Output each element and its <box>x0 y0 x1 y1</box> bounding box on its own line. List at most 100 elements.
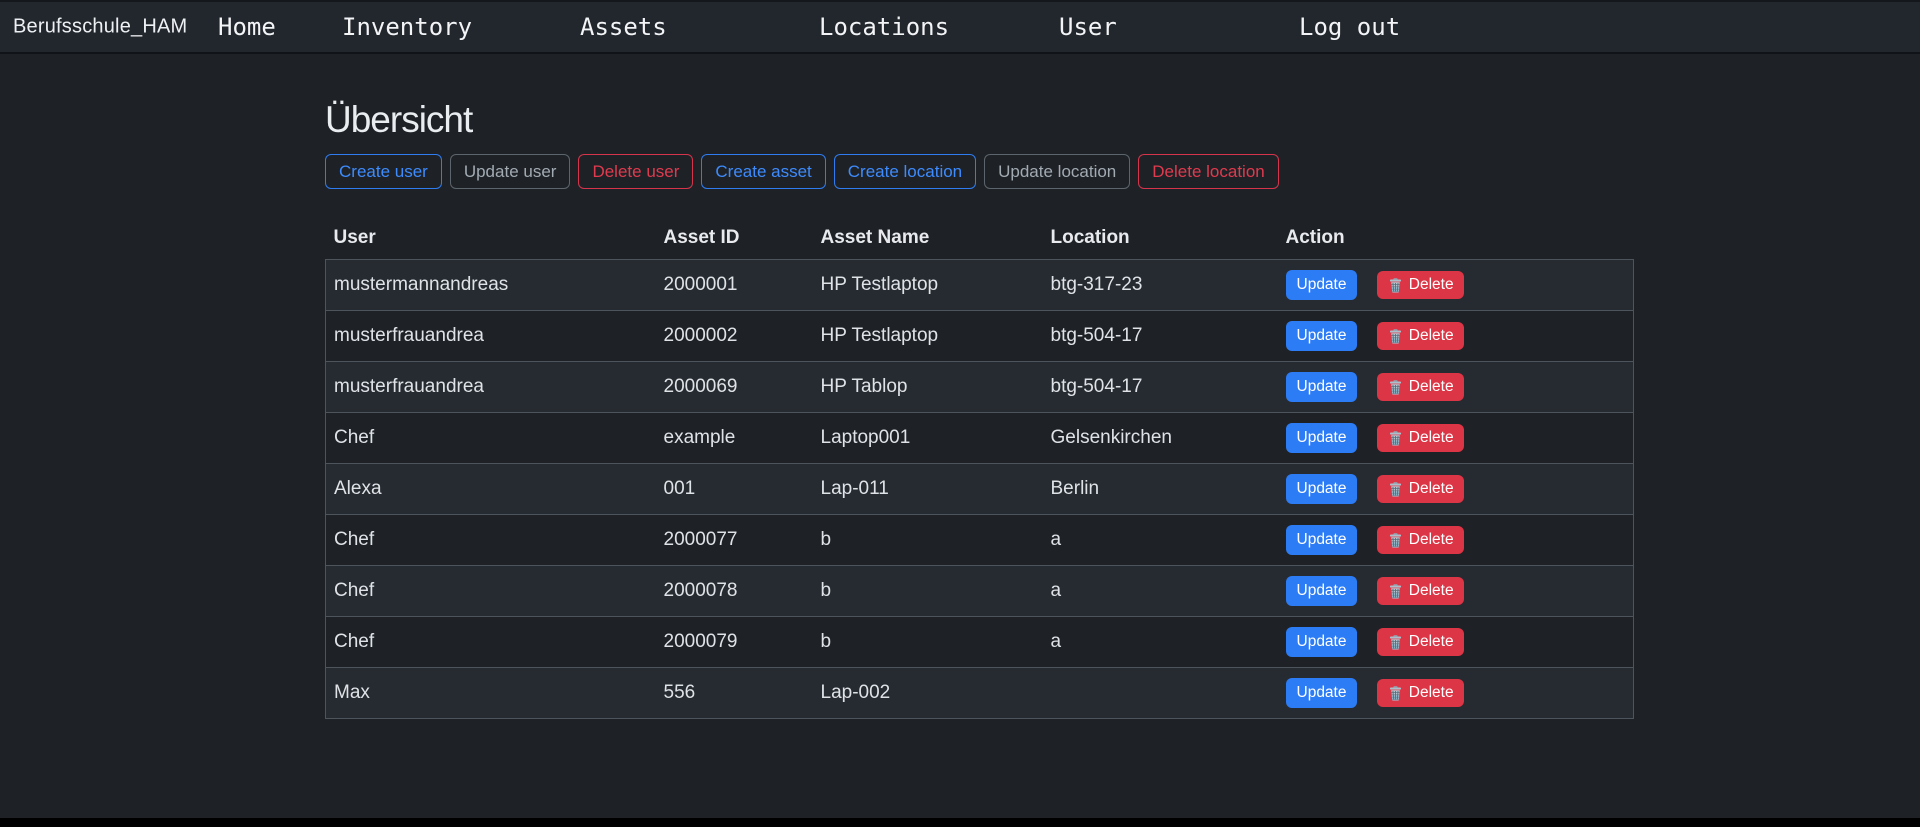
action-cell: Update Delete <box>1278 413 1634 464</box>
asset-id-cell: 556 <box>656 668 813 719</box>
update-user-button[interactable]: Update user <box>450 154 571 189</box>
create-asset-button[interactable]: Create asset <box>701 154 825 189</box>
column-header-action: Action <box>1278 221 1634 260</box>
delete-button[interactable]: Delete <box>1377 373 1464 401</box>
asset-id-cell: example <box>656 413 813 464</box>
nav-item-locations[interactable]: Locations <box>819 13 949 41</box>
asset-name-cell: Lap-011 <box>813 464 1043 515</box>
delete-button[interactable]: Delete <box>1377 424 1464 452</box>
trash-icon <box>1387 379 1404 396</box>
delete-button-label: Delete <box>1409 582 1454 600</box>
update-button[interactable]: Update <box>1286 270 1358 300</box>
table-row: Chef 2000079 b a Update Delete <box>326 617 1634 668</box>
delete-button[interactable]: Delete <box>1377 475 1464 503</box>
nav-item-assets[interactable]: Assets <box>580 13 667 41</box>
update-location-button[interactable]: Update location <box>984 154 1130 189</box>
action-cell: Update Delete <box>1278 464 1634 515</box>
table-row: Chef 2000078 b a Update Delete <box>326 566 1634 617</box>
table-row: Alexa 001 Lap-011 Berlin Update Delete <box>326 464 1634 515</box>
update-button[interactable]: Update <box>1286 372 1358 402</box>
trash-icon <box>1387 277 1404 294</box>
trash-icon <box>1387 430 1404 447</box>
navbar-brand[interactable]: Berufsschule_HAM <box>13 16 187 39</box>
delete-button[interactable]: Delete <box>1377 628 1464 656</box>
asset-id-cell: 2000077 <box>656 515 813 566</box>
user-cell: mustermannandreas <box>326 260 656 311</box>
toolbar: Create userUpdate userDelete userCreate … <box>325 154 1634 189</box>
column-header-location: Location <box>1043 221 1278 260</box>
asset-id-cell: 2000002 <box>656 311 813 362</box>
delete-button[interactable]: Delete <box>1377 271 1464 299</box>
action-cell: Update Delete <box>1278 362 1634 413</box>
update-button[interactable]: Update <box>1286 576 1358 606</box>
location-cell: btg-504-17 <box>1043 311 1278 362</box>
asset-id-cell: 2000079 <box>656 617 813 668</box>
user-cell: Max <box>326 668 656 719</box>
column-header-user: User <box>326 221 656 260</box>
user-cell: Chef <box>326 413 656 464</box>
trash-icon <box>1387 685 1404 702</box>
action-cell: Update Delete <box>1278 515 1634 566</box>
table-row: Chef example Laptop001 Gelsenkirchen Upd… <box>326 413 1634 464</box>
location-cell: Gelsenkirchen <box>1043 413 1278 464</box>
delete-button-label: Delete <box>1409 378 1454 396</box>
action-cell: Update Delete <box>1278 311 1634 362</box>
trash-icon <box>1387 328 1404 345</box>
nav-item-user[interactable]: User <box>1059 13 1117 41</box>
table-row: Max 556 Lap-002 Update Delete <box>326 668 1634 719</box>
trash-icon <box>1387 481 1404 498</box>
table-row: musterfrauandrea 2000069 HP Tablop btg-5… <box>326 362 1634 413</box>
location-cell: btg-504-17 <box>1043 362 1278 413</box>
asset-id-cell: 001 <box>656 464 813 515</box>
create-location-button[interactable]: Create location <box>834 154 976 189</box>
overview-table: UserAsset IDAsset NameLocationAction mus… <box>325 221 1634 719</box>
update-button[interactable]: Update <box>1286 678 1358 708</box>
user-cell: Chef <box>326 566 656 617</box>
action-cell: Update Delete <box>1278 260 1634 311</box>
update-button[interactable]: Update <box>1286 627 1358 657</box>
user-cell: Alexa <box>326 464 656 515</box>
table-row: Chef 2000077 b a Update Delete <box>326 515 1634 566</box>
delete-button[interactable]: Delete <box>1377 679 1464 707</box>
action-cell: Update Delete <box>1278 668 1634 719</box>
delete-location-button[interactable]: Delete location <box>1138 154 1278 189</box>
asset-id-cell: 2000001 <box>656 260 813 311</box>
location-cell: btg-317-23 <box>1043 260 1278 311</box>
update-button[interactable]: Update <box>1286 321 1358 351</box>
user-cell: musterfrauandrea <box>326 362 656 413</box>
delete-button-label: Delete <box>1409 429 1454 447</box>
asset-id-cell: 2000078 <box>656 566 813 617</box>
delete-button[interactable]: Delete <box>1377 577 1464 605</box>
delete-button-label: Delete <box>1409 480 1454 498</box>
nav-item-log-out[interactable]: Log out <box>1299 13 1400 41</box>
update-button[interactable]: Update <box>1286 474 1358 504</box>
nav-item-inventory[interactable]: Inventory <box>342 13 472 41</box>
navbar: Berufsschule_HAM Home Inventory Assets Loca… <box>0 2 1920 54</box>
asset-name-cell: HP Testlaptop <box>813 260 1043 311</box>
asset-name-cell: Lap-002 <box>813 668 1043 719</box>
asset-id-cell: 2000069 <box>656 362 813 413</box>
asset-name-cell: b <box>813 515 1043 566</box>
user-cell: Chef <box>326 617 656 668</box>
asset-name-cell: b <box>813 566 1043 617</box>
asset-name-cell: Laptop001 <box>813 413 1043 464</box>
column-header-asset-id: Asset ID <box>656 221 813 260</box>
main-content: Übersicht Create userUpdate userDelete u… <box>325 98 1634 719</box>
delete-button[interactable]: Delete <box>1377 526 1464 554</box>
action-cell: Update Delete <box>1278 617 1634 668</box>
delete-user-button[interactable]: Delete user <box>578 154 693 189</box>
trash-icon <box>1387 634 1404 651</box>
user-cell: Chef <box>326 515 656 566</box>
action-cell: Update Delete <box>1278 566 1634 617</box>
nav-item-home[interactable]: Home <box>218 13 276 41</box>
create-user-button[interactable]: Create user <box>325 154 442 189</box>
delete-button[interactable]: Delete <box>1377 322 1464 350</box>
trash-icon <box>1387 583 1404 600</box>
table-row: musterfrauandrea 2000002 HP Testlaptop b… <box>326 311 1634 362</box>
update-button[interactable]: Update <box>1286 525 1358 555</box>
table-header-row: UserAsset IDAsset NameLocationAction <box>326 221 1634 260</box>
update-button[interactable]: Update <box>1286 423 1358 453</box>
delete-button-label: Delete <box>1409 531 1454 549</box>
page-title: Übersicht <box>325 98 1634 142</box>
trash-icon <box>1387 532 1404 549</box>
